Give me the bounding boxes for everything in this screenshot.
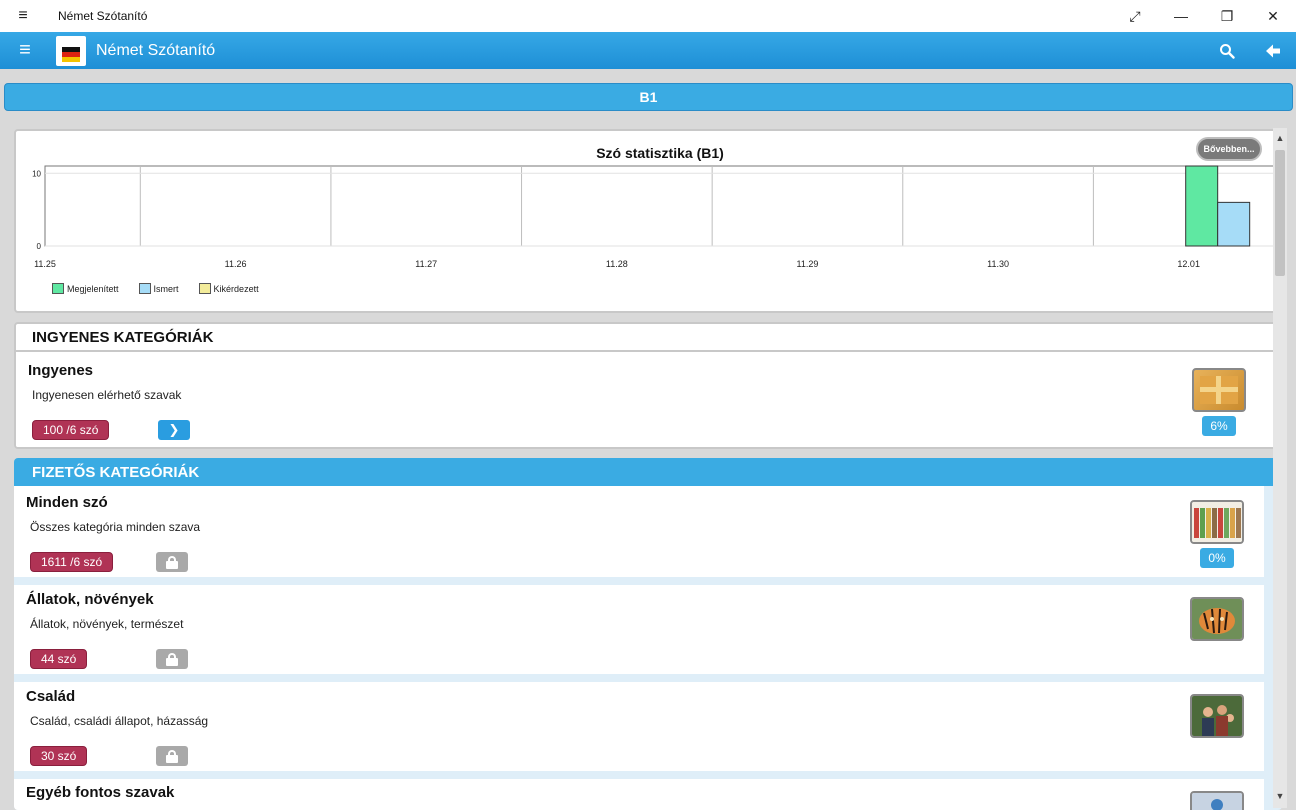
window-menu-icon[interactable]: ≡ [0, 0, 46, 32]
x-tick-label: 11.27 [415, 259, 437, 269]
category-title: Ingyenes [28, 362, 94, 379]
category-description: Ingyenesen elérhető szavak [32, 388, 182, 402]
chart-legend: Megjelenített Ismert Kikérdezett [52, 283, 279, 294]
gift-box-icon [1192, 368, 1246, 412]
legend-swatch [138, 283, 151, 294]
scrollbar-thumb[interactable] [1275, 150, 1285, 276]
category-title: Egyéb fontos szavak [26, 784, 175, 801]
locked-button[interactable] [156, 552, 188, 572]
legend-swatch [52, 283, 64, 294]
category-title: Állatok, növények [26, 591, 154, 608]
category-item-egyeb[interactable]: Egyéb fontos szavak [14, 779, 1264, 810]
progress-percent-badge: 0% [1200, 548, 1234, 568]
locked-button[interactable] [156, 649, 188, 669]
free-section-header: INGYENES KATEGÓRIÁK [16, 324, 1280, 352]
category-description: Összes kategória minden szava [30, 520, 201, 534]
family-thumbnail-icon [1190, 694, 1244, 738]
bar-ismert [1217, 201, 1251, 247]
category-item-ingyenes[interactable]: Ingyenes Ingyenesen elérhető szavak 100 … [16, 352, 1280, 447]
x-tick-label: 11.26 [225, 259, 247, 269]
locked-button[interactable] [156, 746, 188, 766]
scroll-up-icon[interactable]: ▲ [1273, 130, 1287, 146]
progress-percent-badge: 6% [1202, 416, 1236, 436]
lock-icon [166, 750, 178, 763]
lock-icon [166, 556, 178, 569]
x-tick-label: 11.25 [34, 259, 56, 269]
chevron-right-icon: ❯ [168, 422, 180, 437]
tiger-thumbnail-icon [1190, 597, 1244, 641]
category-description: Állatok, növények, természet [30, 617, 184, 631]
x-tick-label: 11.30 [987, 259, 1009, 269]
category-title: Család [26, 688, 76, 705]
expand-button[interactable]: ⤢ [1112, 0, 1158, 32]
legend-label: Ismert [153, 283, 179, 294]
y-tick-label: 10 [32, 169, 41, 178]
back-arrow-icon [1266, 44, 1280, 57]
books-thumbnail-icon [1190, 500, 1244, 544]
scroll-down-icon[interactable]: ▼ [1273, 788, 1287, 804]
legend-label: Megjelenített [67, 283, 119, 294]
legend-item: Megjelenített [52, 283, 119, 294]
free-categories-card: INGYENES KATEGÓRIÁK Ingyenes Ingyenesen … [14, 322, 1282, 449]
more-button[interactable]: Bővebben... [1196, 137, 1262, 161]
level-label: B1 [639, 89, 658, 105]
scrollbar[interactable]: ▲ ▼ [1273, 128, 1287, 808]
lock-icon [166, 653, 178, 666]
category-item-minden-szo[interactable]: Minden szó Összes kategória minden szava… [14, 486, 1264, 577]
legend-label: Kikérdezett [213, 283, 259, 294]
app-logo-flag-icon [56, 35, 86, 66]
search-button[interactable] [1204, 32, 1250, 69]
open-category-button[interactable]: ❯ [158, 420, 190, 440]
legend-item: Kikérdezett [198, 283, 259, 294]
paid-section-header: FIZETŐS KATEGÓRIÁK [14, 458, 1282, 486]
word-count-badge: 30 szó [30, 746, 88, 766]
x-tick-label: 12.01 [1177, 259, 1200, 269]
plot-area [44, 165, 1284, 247]
window-title: Német Szótanító [58, 9, 148, 23]
hamburger-icon[interactable]: ≡ [0, 32, 50, 69]
word-count-badge: 44 szó [30, 649, 88, 669]
category-title: Minden szó [26, 494, 108, 511]
level-header[interactable]: B1 [4, 83, 1293, 111]
word-stats-chart-card: 0 10 11.25 11.26 11.27 11.28 11.29 11.30 12.01 … [14, 129, 1284, 313]
bar-megjelenített [1185, 165, 1219, 247]
category-thumbnail-icon [1190, 791, 1244, 810]
y-tick-label: 0 [37, 242, 42, 251]
category-item-allatok[interactable]: Állatok, növények Állatok, növények, ter… [14, 585, 1264, 674]
legend-swatch [198, 283, 211, 294]
restore-button[interactable]: ❐ [1204, 0, 1250, 32]
window-titlebar: ≡ Német Szótanító ⤢ — ❐ ✕ [0, 0, 1296, 32]
legend-item: Ismert [138, 283, 179, 294]
back-button[interactable] [1250, 32, 1296, 69]
paid-categories-card: FIZETŐS KATEGÓRIÁK Minden szó Összes kat… [14, 458, 1282, 810]
close-button[interactable]: ✕ [1250, 0, 1296, 32]
word-count-badge: 1611 /6 szó [30, 552, 114, 572]
search-icon [1220, 43, 1235, 59]
x-tick-label: 11.29 [797, 259, 819, 269]
category-item-csalad[interactable]: Család Család, családi állapot, házasság… [14, 682, 1264, 771]
word-count-badge: 100 /6 szó [32, 420, 110, 440]
app-bar: ≡ Német Szótanító [0, 32, 1296, 69]
x-tick-label: 11.28 [606, 259, 628, 269]
minimize-button[interactable]: — [1158, 0, 1204, 32]
window-controls: ⤢ — ❐ ✕ [1112, 0, 1296, 32]
app-title: Német Szótanító [96, 41, 216, 59]
category-description: Család, családi állapot, házasság [30, 714, 209, 728]
chart-title: Szó statisztika (B1) [596, 145, 724, 161]
